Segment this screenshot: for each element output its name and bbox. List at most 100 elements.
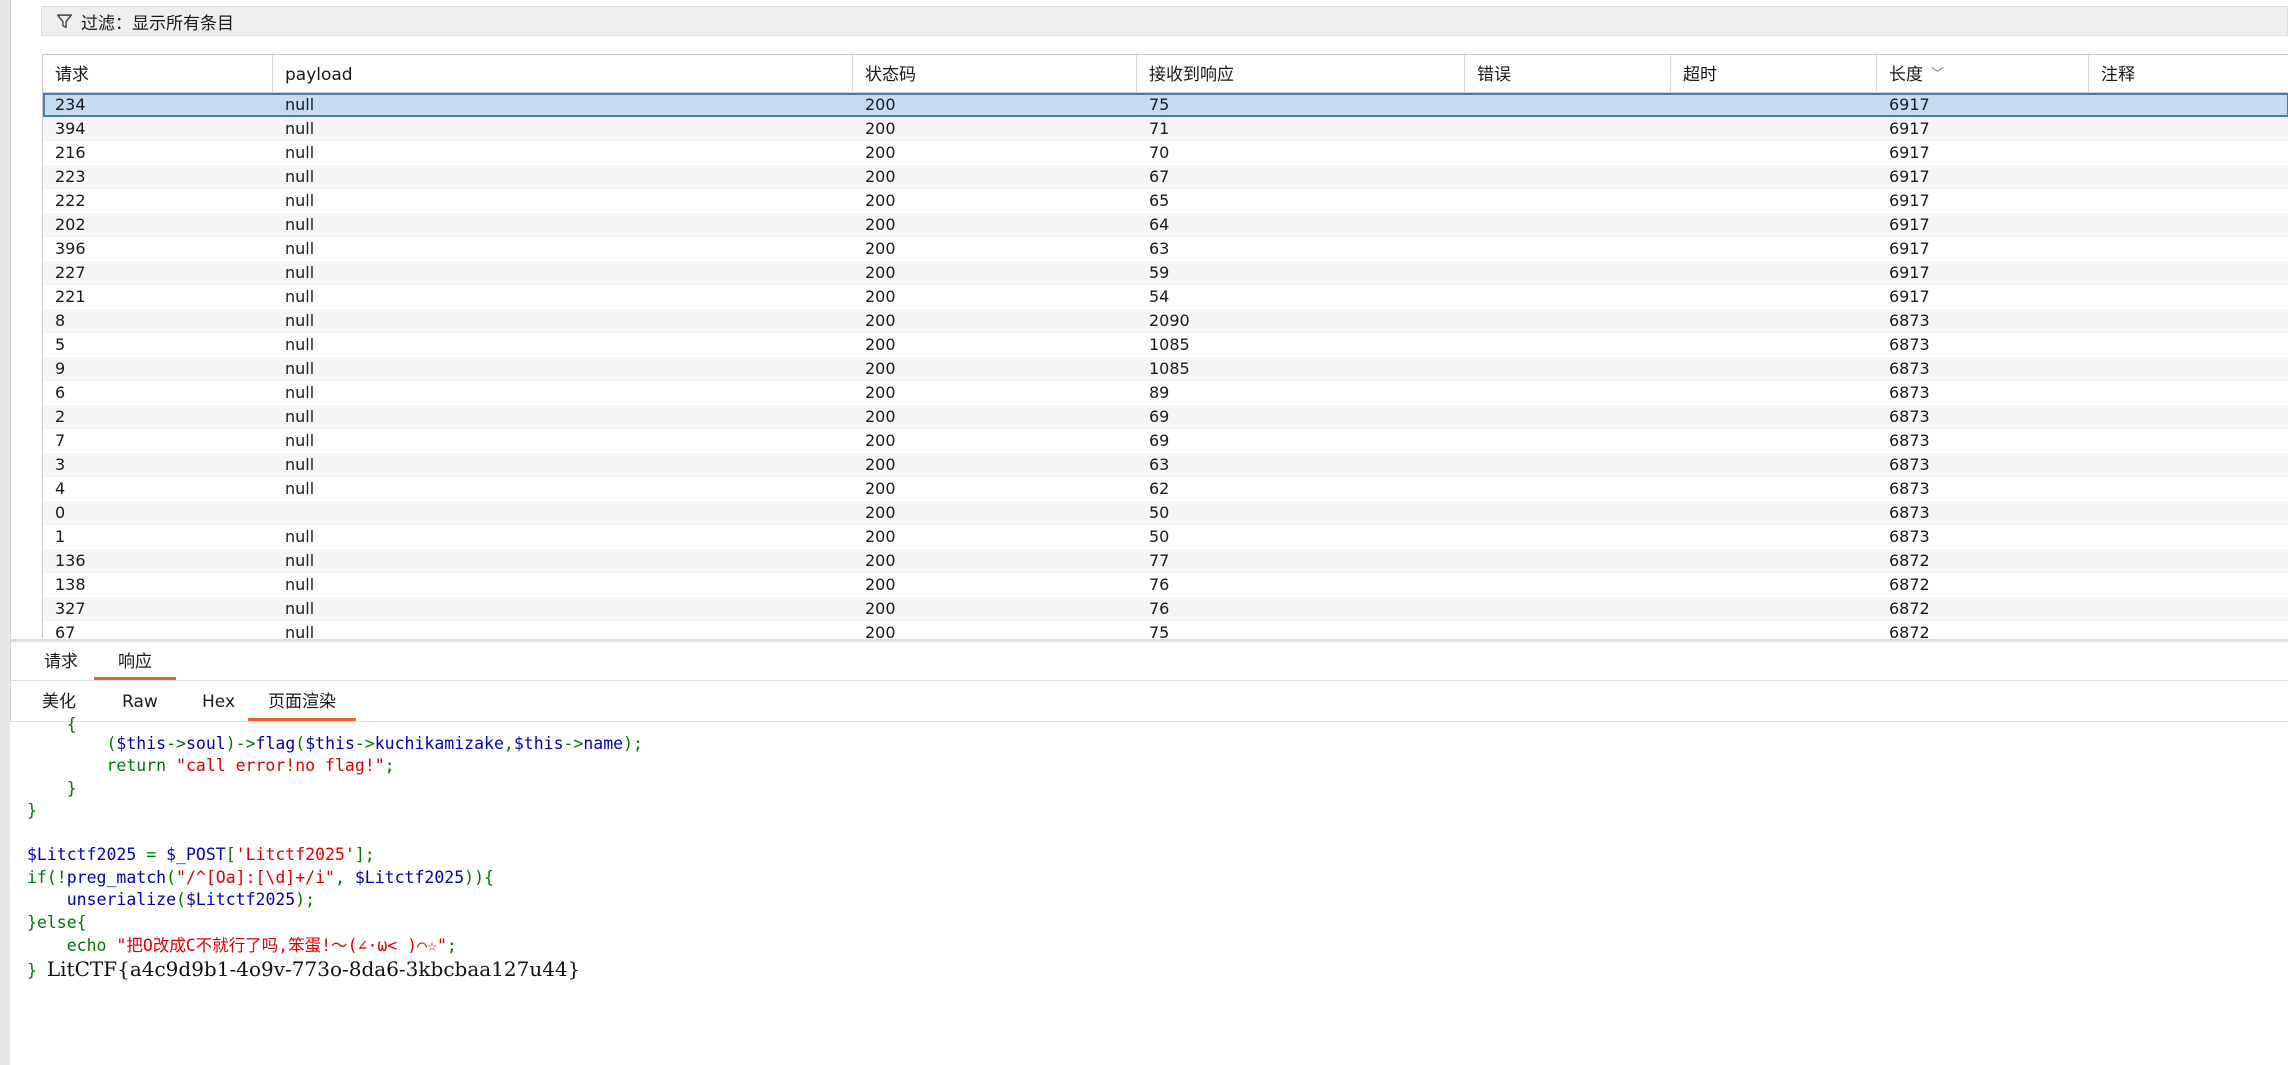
cell-error xyxy=(1465,429,1671,453)
cell-comment xyxy=(2089,453,2288,477)
cell-error xyxy=(1465,477,1671,501)
cell-comment xyxy=(2089,381,2288,405)
code-line: return "call error!no flag!"; xyxy=(27,756,395,775)
tab-request[interactable]: 请求 xyxy=(20,652,102,680)
cell-timeout xyxy=(1671,621,1877,638)
table-row[interactable]: 7 null 200 69 6873 xyxy=(43,429,2288,453)
table-row[interactable]: 5 null 200 1085 6873 xyxy=(43,333,2288,357)
cell-length: 6917 xyxy=(1889,119,1930,138)
cell-length: 6872 xyxy=(1889,599,1930,618)
table-row[interactable]: 202 null 200 64 6917 xyxy=(43,213,2288,237)
cell-length: 6872 xyxy=(1889,575,1930,594)
cell-response-received: 62 xyxy=(1149,479,1170,498)
cell-timeout xyxy=(1671,381,1877,405)
table-row[interactable]: 67 null 200 75 6872 xyxy=(43,621,2288,638)
cell-payload: null xyxy=(285,551,315,570)
cell-timeout xyxy=(1671,261,1877,285)
column-header-payload[interactable]: payload xyxy=(273,55,853,93)
table-row[interactable]: 394 null 200 71 6917 xyxy=(43,117,2288,141)
column-header-error[interactable]: 错误 xyxy=(1465,55,1671,93)
cell-response-received: 50 xyxy=(1149,503,1170,522)
table-row[interactable]: 3 null 200 63 6873 xyxy=(43,453,2288,477)
cell-response-received: 76 xyxy=(1149,599,1170,618)
table-row[interactable]: 396 null 200 63 6917 xyxy=(43,237,2288,261)
cell-request: 396 xyxy=(55,239,86,258)
cell-status: 200 xyxy=(865,311,896,330)
table-row[interactable]: 136 null 200 77 6872 xyxy=(43,549,2288,573)
table-row[interactable]: 223 null 200 67 6917 xyxy=(43,165,2288,189)
results-table[interactable]: 请求 payload 状态码 接收到响应 错误 超时 长度 ﹀ 注释 234 nul… xyxy=(42,54,2288,638)
cell-payload: null xyxy=(285,383,315,402)
table-row[interactable]: 234 null 200 75 6917 xyxy=(43,93,2288,117)
cell-request: 327 xyxy=(55,599,86,618)
table-row[interactable]: 6 null 200 89 6873 xyxy=(43,381,2288,405)
cell-timeout xyxy=(1671,405,1877,429)
cell-request: 223 xyxy=(55,167,86,186)
cell-timeout xyxy=(1671,117,1877,141)
table-row[interactable]: 227 null 200 59 6917 xyxy=(43,261,2288,285)
cell-request: 202 xyxy=(55,215,86,234)
table-row[interactable]: 8 null 200 2090 6873 xyxy=(43,309,2288,333)
table-row[interactable]: 221 null 200 54 6917 xyxy=(43,285,2288,309)
cell-comment xyxy=(2089,117,2288,141)
table-row[interactable]: 4 null 200 62 6873 xyxy=(43,477,2288,501)
column-header-length[interactable]: 长度 ﹀ xyxy=(1877,55,2089,93)
filter-bar[interactable]: 过滤：显示所有条目 xyxy=(41,6,2288,36)
cell-status: 200 xyxy=(865,335,896,354)
table-row[interactable]: 9 null 200 1085 6873 xyxy=(43,357,2288,381)
cell-timeout xyxy=(1671,189,1877,213)
cell-comment xyxy=(2089,357,2288,381)
cell-error xyxy=(1465,165,1671,189)
cell-response-received: 65 xyxy=(1149,191,1170,210)
cell-request: 2 xyxy=(55,407,66,426)
cell-timeout xyxy=(1671,309,1877,333)
rendered-page[interactable]: { ($this->soul)->flag($this->kuchikamiza… xyxy=(10,715,2288,1065)
cell-response-received: 71 xyxy=(1149,119,1170,138)
sort-descending-icon: ﹀ xyxy=(1931,67,1945,82)
cell-status: 200 xyxy=(865,359,896,378)
cell-status: 200 xyxy=(865,119,896,138)
table-row[interactable]: 327 null 200 76 6872 xyxy=(43,597,2288,621)
cell-length: 6917 xyxy=(1889,263,1930,282)
cell-response-received: 59 xyxy=(1149,263,1170,282)
cell-response-received: 64 xyxy=(1149,215,1170,234)
code-line: ($this->soul)->flag($this->kuchikamizake… xyxy=(27,734,643,753)
column-header-request[interactable]: 请求 xyxy=(43,55,273,93)
table-row[interactable]: 222 null 200 65 6917 xyxy=(43,189,2288,213)
column-header-timeout[interactable]: 超时 xyxy=(1671,55,1877,93)
column-header-response-received[interactable]: 接收到响应 xyxy=(1137,55,1465,93)
table-row[interactable]: 216 null 200 70 6917 xyxy=(43,141,2288,165)
table-row[interactable]: 2 null 200 69 6873 xyxy=(43,405,2288,429)
cell-comment xyxy=(2089,333,2288,357)
cell-request: 1 xyxy=(55,527,66,546)
cell-error xyxy=(1465,549,1671,573)
cell-timeout xyxy=(1671,237,1877,261)
cell-payload: null xyxy=(285,287,315,306)
cell-length: 6872 xyxy=(1889,623,1930,638)
table-row[interactable]: 138 null 200 76 6872 xyxy=(43,573,2288,597)
table-row[interactable]: 0 200 50 6873 xyxy=(43,501,2288,525)
column-header-comment[interactable]: 注释 xyxy=(2089,55,2288,93)
cell-length: 6872 xyxy=(1889,551,1930,570)
cell-payload: null xyxy=(285,623,315,638)
tab-response[interactable]: 响应 xyxy=(94,652,176,680)
column-header-status[interactable]: 状态码 xyxy=(853,55,1137,93)
cell-status: 200 xyxy=(865,503,896,522)
cell-status: 200 xyxy=(865,95,896,114)
code-line: } LitCTF{a4c9d9b1-4o9v-773o-8da6-3kbcbaa… xyxy=(27,957,581,981)
tab-hex[interactable]: Hex xyxy=(182,692,255,721)
cell-comment xyxy=(2089,573,2288,597)
tab-raw[interactable]: Raw xyxy=(102,692,178,721)
cell-request: 234 xyxy=(55,95,86,114)
pane-divider[interactable] xyxy=(10,639,2288,642)
cell-status: 200 xyxy=(865,431,896,450)
cell-comment xyxy=(2089,501,2288,525)
cell-error xyxy=(1465,189,1671,213)
table-header: 请求 payload 状态码 接收到响应 错误 超时 长度 ﹀ 注释 xyxy=(43,55,2288,93)
cell-status: 200 xyxy=(865,599,896,618)
table-row[interactable]: 1 null 200 50 6873 xyxy=(43,525,2288,549)
code-line: echo "把O改成C不就行了吗,笨蛋!～(∠·ω< )⌒☆"; xyxy=(27,936,457,955)
tab-page-render[interactable]: 页面渲染 xyxy=(248,692,356,721)
cell-payload: null xyxy=(285,143,315,162)
cell-length: 6917 xyxy=(1889,191,1930,210)
